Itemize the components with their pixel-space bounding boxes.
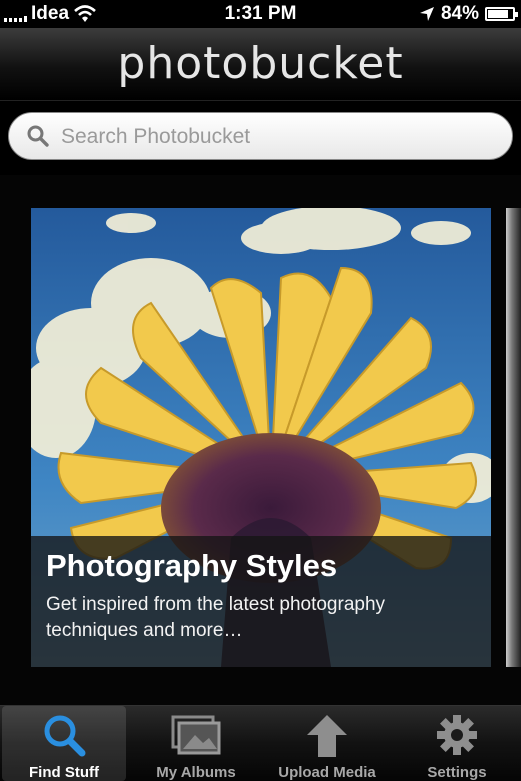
- tab-label: Find Stuff: [29, 764, 99, 781]
- status-bar: Idea 1:31 PM 84%: [0, 0, 521, 28]
- photo-albums-icon: [171, 715, 221, 755]
- photobucket-logo: photobucket: [117, 38, 404, 89]
- tab-settings[interactable]: Settings: [398, 706, 516, 781]
- next-card-peek[interactable]: [506, 208, 521, 667]
- gear-icon: [437, 715, 477, 755]
- card-description: Get inspired from the latest photography…: [46, 594, 386, 641]
- search-input[interactable]: [59, 119, 493, 155]
- tab-find-stuff[interactable]: Find Stuff: [2, 706, 126, 781]
- upload-arrow-icon: [307, 715, 347, 757]
- tab-label: My Albums: [156, 764, 236, 781]
- tab-label: Upload Media: [278, 764, 376, 781]
- magnifier-icon: [44, 715, 86, 757]
- tab-bar: Find Stuff My Albums Upload Media Settin…: [0, 705, 521, 781]
- battery-icon: [485, 7, 518, 21]
- search-bar: [0, 101, 521, 175]
- location-arrow-icon: [419, 7, 434, 21]
- app-header: photobucket: [0, 28, 521, 101]
- card-title: Photography Styles: [46, 548, 338, 583]
- featured-card[interactable]: Photography Styles Get inspired from the…: [31, 208, 491, 667]
- tab-upload-media[interactable]: Upload Media: [266, 706, 388, 781]
- featured-carousel: Photography Styles Get inspired from the…: [0, 175, 521, 705]
- tab-my-albums[interactable]: My Albums: [136, 706, 256, 781]
- search-icon: [27, 125, 49, 147]
- search-field[interactable]: [8, 112, 513, 160]
- device-status: 84%: [419, 3, 518, 25]
- battery-level: [488, 10, 509, 18]
- battery-percent: 84%: [440, 3, 479, 24]
- tab-label: Settings: [427, 764, 487, 781]
- card-caption: Photography Styles Get inspired from the…: [31, 536, 491, 667]
